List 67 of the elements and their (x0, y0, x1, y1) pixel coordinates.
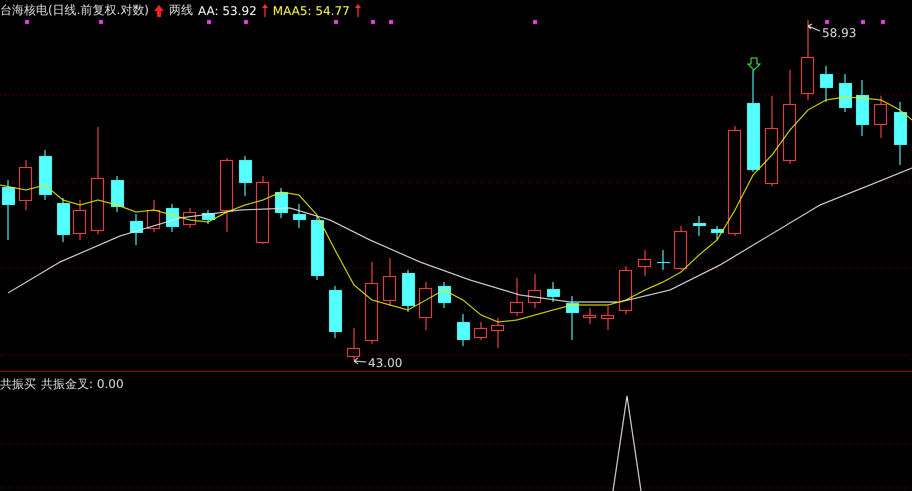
indicator-value: 共振金叉: 0.00 (41, 376, 124, 393)
indicator-name: 两线 (169, 2, 193, 19)
candlestick (693, 216, 706, 236)
candlestick (457, 314, 470, 346)
chart-title: 台海核电(日线.前复权.对数) (0, 2, 149, 19)
candlestick (820, 66, 833, 102)
candlestick (894, 102, 907, 166)
signal-mark-icon (99, 20, 103, 24)
candlestick (2, 180, 15, 240)
candlestick (839, 74, 852, 112)
candlestick (347, 328, 360, 360)
candlestick (256, 176, 269, 244)
candlestick (311, 216, 324, 280)
up-arrow-icon (154, 4, 164, 16)
candlestick (419, 282, 432, 330)
candlestick (711, 226, 724, 240)
low-price-label: 43.00 (368, 356, 402, 370)
candlestick (293, 204, 306, 228)
candlestick (166, 204, 179, 232)
candlestick (183, 208, 196, 228)
candlestick (383, 258, 396, 306)
candlestick (329, 286, 342, 338)
candlestick (547, 282, 560, 302)
up-arrow-icon (354, 4, 361, 17)
candlestick (619, 266, 632, 314)
down-arrow-icon (746, 58, 762, 71)
candlestick (402, 270, 415, 312)
high-price-label: 58.93 (822, 26, 856, 40)
candlestick (202, 210, 215, 224)
signal-mark-icon (389, 20, 393, 24)
up-arrow-icon (262, 4, 268, 17)
candlestick (566, 296, 579, 340)
candlestick (474, 322, 487, 340)
candlestick (583, 308, 596, 324)
candlestick (528, 274, 541, 308)
indicator-value: AA: 53.92 (198, 4, 257, 18)
pointer-arrow-icon (808, 24, 820, 32)
signal-mark-icon (244, 20, 248, 24)
indicator-value: MAA5: 54.77 (272, 4, 350, 18)
signal-mark-icon (371, 20, 375, 24)
candlestick (601, 306, 614, 330)
candlestick (856, 80, 869, 136)
candlestick (510, 278, 523, 316)
candlestick (73, 200, 86, 240)
candlestick (674, 226, 687, 270)
signal-mark-icon (207, 20, 211, 24)
signal-mark-icon (861, 20, 865, 24)
signal-mark-icon (25, 20, 29, 24)
panel-title: 共振买 (0, 376, 36, 393)
pointer-arrow-icon (354, 358, 366, 364)
candlestick (147, 200, 160, 232)
candlestick (130, 214, 143, 246)
candlestick (57, 198, 70, 242)
candlestick (438, 282, 451, 308)
signal-mark-icon (533, 20, 537, 24)
candlestick (111, 176, 124, 212)
candlestick (657, 250, 670, 270)
candlestick (39, 150, 52, 200)
candlestick (638, 250, 651, 276)
signal-mark-icon (825, 20, 829, 24)
candlestick (491, 318, 504, 348)
candlestick (874, 96, 887, 138)
candlestick (239, 156, 252, 196)
candlestick (19, 160, 32, 210)
signal-mark-icon (334, 20, 338, 24)
signal-mark-icon (881, 20, 885, 24)
candlestick (275, 188, 288, 218)
